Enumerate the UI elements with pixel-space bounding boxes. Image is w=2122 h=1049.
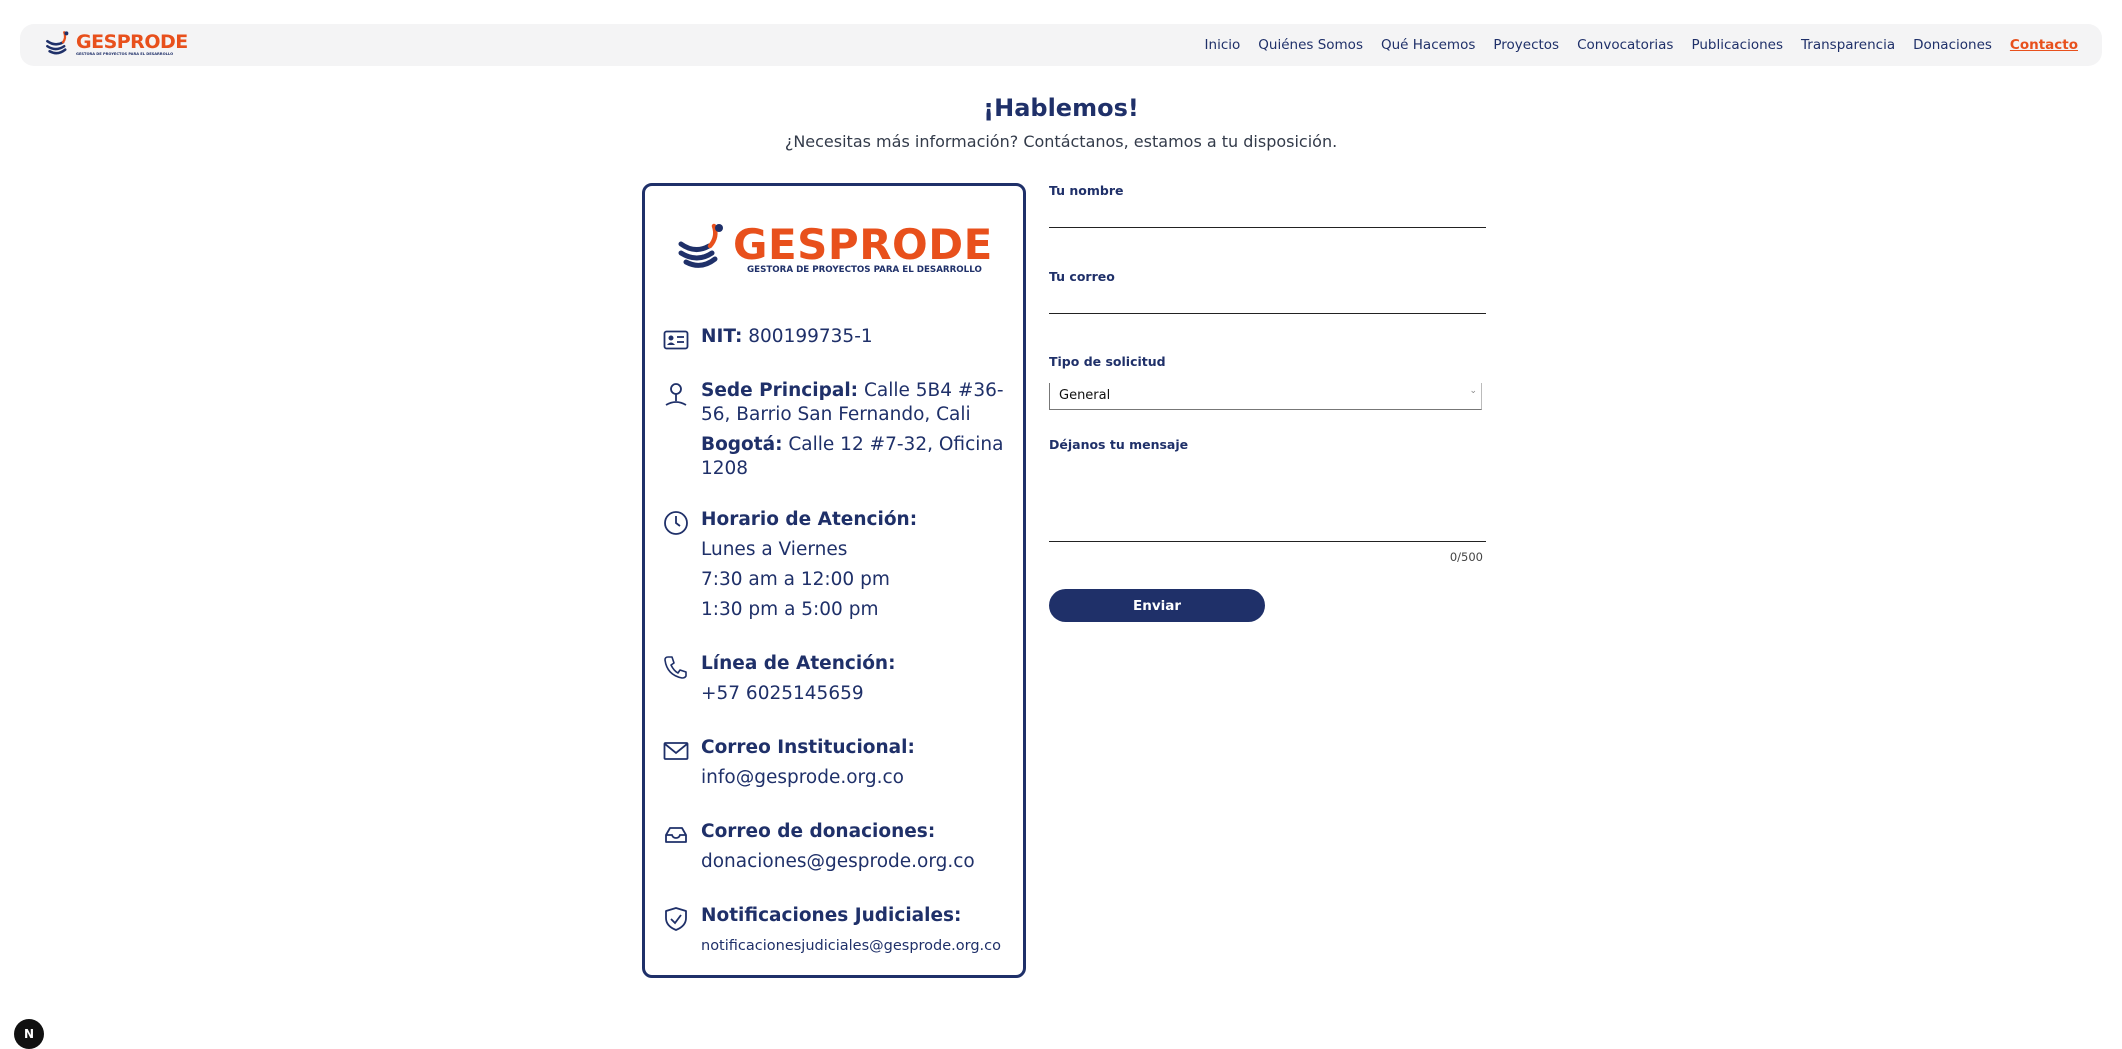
nav-donaciones[interactable]: Donaciones — [1913, 37, 1992, 53]
request-type-label: Tipo de solicitud — [1049, 354, 1166, 369]
email-input[interactable] — [1049, 289, 1486, 314]
nav-que-hacemos[interactable]: Qué Hacemos — [1381, 37, 1475, 53]
contact-info-card: GESPRODE GESTORA DE PROYECTOS PARA EL DE… — [642, 183, 1026, 978]
nav-transparencia[interactable]: Transparencia — [1801, 37, 1895, 53]
nav-inicio[interactable]: Inicio — [1205, 37, 1241, 53]
nav-contacto[interactable]: Contacto — [2010, 37, 2078, 53]
submit-button[interactable]: Enviar — [1049, 589, 1265, 622]
hours-label: Horario de Atención: — [701, 509, 918, 530]
email-label: Correo Institucional: — [701, 737, 915, 758]
card-brand-tagline: GESTORA DE PROYECTOS PARA EL DESARROLLO — [747, 265, 982, 275]
page-subtitle: ¿Necesitas más información? Contáctanos,… — [784, 132, 1338, 151]
phone-value[interactable]: +57 6025145659 — [701, 682, 1021, 706]
location-pin-icon — [665, 383, 687, 406]
brand-logo[interactable]: GESPRODE GESTORA DE PROYECTOS PARA EL DE… — [44, 30, 188, 62]
nit-label: NIT: — [701, 326, 743, 347]
message-textarea[interactable] — [1049, 457, 1486, 542]
envelope-icon — [663, 742, 689, 760]
hours-days: Lunes a Viernes — [701, 539, 848, 560]
request-type-select[interactable]: General ⌄ — [1049, 383, 1482, 410]
main-menu: Inicio Quiénes Somos Qué Hacemos Proyect… — [1205, 24, 2078, 66]
email-field-label: Tu correo — [1049, 269, 1115, 284]
top-navbar: GESPRODE GESTORA DE PROYECTOS PARA EL DE… — [20, 24, 2102, 66]
donations-value[interactable]: donaciones@gesprode.org.co — [701, 850, 1021, 874]
sede-label: Sede Principal: — [701, 380, 859, 401]
id-card-icon — [663, 330, 689, 350]
nit-value: 800199735-1 — [748, 326, 873, 347]
char-counter: 0/500 — [1449, 550, 1483, 564]
dev-tools-badge[interactable]: N — [14, 1019, 44, 1049]
brand-name: GESPRODE — [76, 31, 188, 53]
phone-label: Línea de Atención: — [701, 653, 896, 674]
email-value[interactable]: info@gesprode.org.co — [701, 766, 1021, 790]
nav-publicaciones[interactable]: Publicaciones — [1691, 37, 1783, 53]
inbox-icon — [665, 827, 687, 843]
name-input[interactable] — [1049, 203, 1486, 228]
name-label: Tu nombre — [1049, 183, 1124, 198]
shield-check-icon — [665, 907, 687, 931]
nav-quienes-somos[interactable]: Quiénes Somos — [1258, 37, 1363, 53]
judicial-value[interactable]: notificacionesjudiciales@gesprode.org.co — [701, 934, 1021, 958]
card-brand-name: GESPRODE — [733, 220, 993, 269]
gesprode-logo-icon — [678, 223, 723, 268]
nav-proyectos[interactable]: Proyectos — [1493, 37, 1559, 53]
clock-icon — [664, 511, 688, 535]
chevron-down-icon: ⌄ — [1469, 386, 1477, 396]
hours-afternoon: 1:30 pm a 5:00 pm — [701, 599, 879, 620]
message-label: Déjanos tu mensaje — [1049, 437, 1189, 452]
phone-icon — [664, 656, 687, 679]
donations-label: Correo de donaciones: — [701, 821, 936, 842]
page-title: ¡Hablemos! — [983, 94, 1139, 122]
nav-convocatorias[interactable]: Convocatorias — [1577, 37, 1673, 53]
card-logo: GESPRODE GESTORA DE PROYECTOS PARA EL DE… — [677, 222, 993, 274]
brand-tagline: GESTORA DE PROYECTOS PARA EL DESARROLLO — [76, 52, 174, 56]
hours-morning: 7:30 am a 12:00 pm — [701, 569, 890, 590]
bogota-label: Bogotá: — [701, 434, 783, 455]
gesprode-logo-icon — [46, 31, 69, 55]
request-type-value: General — [1059, 388, 1111, 403]
judicial-label: Notificaciones Judiciales: — [701, 905, 962, 926]
